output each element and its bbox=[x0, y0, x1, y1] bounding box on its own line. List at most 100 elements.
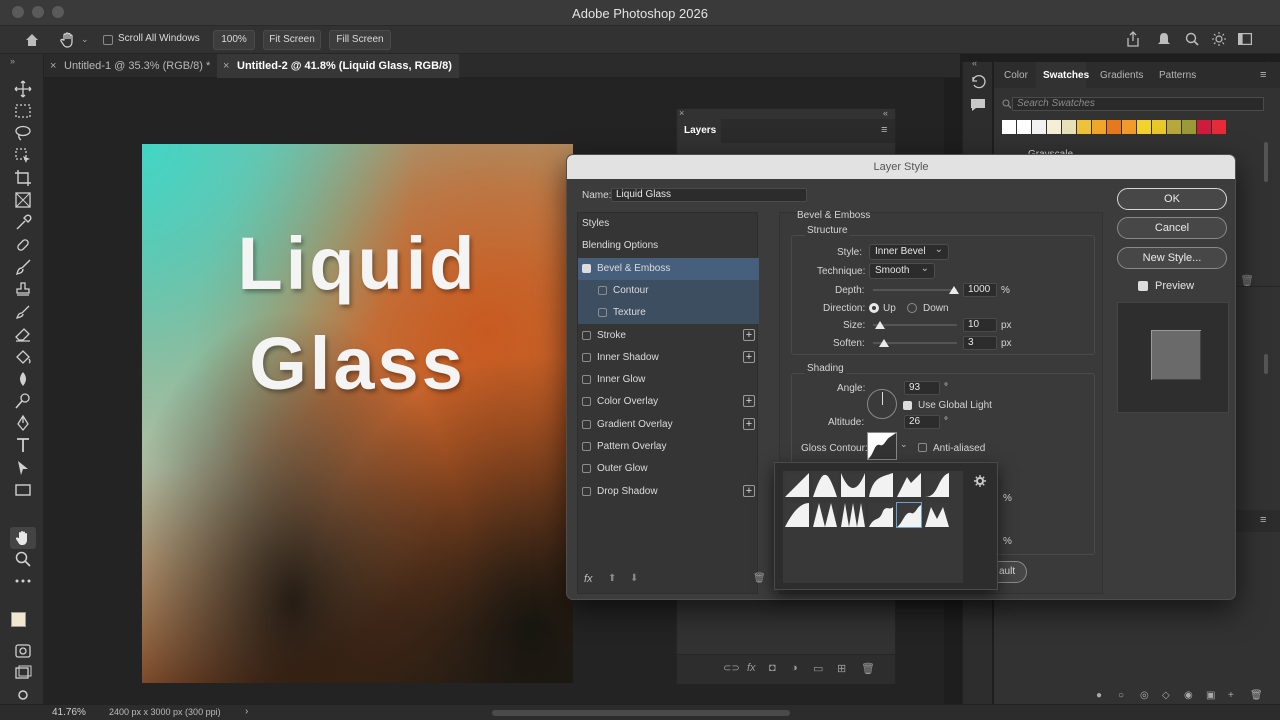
delete-layer-icon[interactable]: 🗑 bbox=[861, 662, 875, 675]
soften-field[interactable]: 3 bbox=[963, 336, 997, 350]
search-icon[interactable] bbox=[1185, 32, 1199, 46]
style-checkbox[interactable] bbox=[598, 285, 607, 295]
zoom-level[interactable]: 41.76% bbox=[52, 707, 86, 718]
clone-stamp-tool-icon[interactable] bbox=[14, 281, 32, 299]
panel-footer-icon[interactable]: ○ bbox=[1118, 690, 1124, 701]
add-effect-instance-icon[interactable]: + bbox=[743, 417, 755, 430]
adjustment-layer-icon[interactable]: ◑ bbox=[791, 662, 798, 674]
bevel-style-select[interactable]: Inner Bevel bbox=[869, 243, 949, 260]
document-canvas[interactable]: Liquid Glass bbox=[142, 144, 573, 683]
panel-footer-icon[interactable]: ▣ bbox=[1206, 690, 1215, 701]
swatch-color[interactable] bbox=[1182, 120, 1196, 134]
comments-icon[interactable] bbox=[970, 98, 986, 112]
angle-field[interactable]: 93 bbox=[904, 381, 940, 395]
tab-untitled-1[interactable]: × Untitled-1 @ 35.3% (RGB/8) * bbox=[44, 54, 216, 78]
more-tools-icon[interactable] bbox=[14, 572, 32, 590]
new-group-icon[interactable]: ▭ bbox=[813, 662, 823, 675]
edit-toolbar-icon[interactable] bbox=[14, 686, 32, 704]
move-tool-icon[interactable] bbox=[14, 80, 32, 98]
fx-menu-icon[interactable]: fx bbox=[584, 573, 593, 585]
swatch-color[interactable] bbox=[1197, 120, 1211, 134]
style-list-item[interactable]: Contour bbox=[578, 279, 759, 302]
panel-menu-icon[interactable]: ≡ bbox=[1260, 69, 1266, 81]
lasso-tool-icon[interactable] bbox=[14, 124, 32, 142]
add-effect-instance-icon[interactable]: + bbox=[743, 395, 755, 408]
scrollbar-thumb[interactable] bbox=[1264, 354, 1268, 374]
direction-down-radio[interactable] bbox=[907, 303, 917, 313]
soften-slider-thumb[interactable] bbox=[879, 339, 889, 347]
close-tab-icon[interactable]: × bbox=[223, 54, 229, 78]
swatch-color[interactable] bbox=[1167, 120, 1181, 134]
frame-tool-icon[interactable] bbox=[14, 191, 32, 209]
paint-bucket-tool-icon[interactable] bbox=[14, 348, 32, 366]
collapse-toolbar-icon[interactable]: » bbox=[10, 56, 15, 66]
panel-footer-icon[interactable]: ◉ bbox=[1184, 690, 1193, 701]
contour-preset[interactable] bbox=[869, 473, 893, 497]
contour-dropdown-chevron-icon[interactable]: ⌄ bbox=[900, 439, 908, 450]
search-swatches-input[interactable]: Search Swatches bbox=[1012, 97, 1264, 111]
path-selection-tool-icon[interactable] bbox=[14, 459, 32, 477]
eyedropper-tool-icon[interactable] bbox=[14, 214, 32, 232]
depth-slider-thumb[interactable] bbox=[949, 286, 959, 294]
gloss-contour-swatch[interactable] bbox=[867, 432, 897, 460]
zoom-tool-icon[interactable] bbox=[14, 550, 32, 568]
hand-tool-active[interactable] bbox=[10, 527, 36, 549]
style-checkbox[interactable] bbox=[582, 352, 591, 362]
preview-checkbox[interactable] bbox=[1138, 281, 1148, 291]
layers-tab[interactable]: Layers bbox=[677, 119, 721, 143]
history-icon[interactable] bbox=[970, 74, 986, 90]
swatch-color[interactable] bbox=[1077, 120, 1091, 134]
fill-screen-button[interactable]: Fill Screen bbox=[329, 30, 391, 50]
tab-swatches[interactable]: Swatches bbox=[1043, 70, 1089, 81]
notifications-bell-icon[interactable] bbox=[1157, 31, 1171, 47]
panel-menu-icon[interactable]: ≡ bbox=[881, 124, 887, 136]
history-brush-tool-icon[interactable] bbox=[14, 303, 32, 321]
anti-aliased-checkbox[interactable] bbox=[918, 443, 927, 452]
style-checkbox[interactable] bbox=[598, 308, 607, 318]
fit-screen-button[interactable]: Fit Screen bbox=[263, 30, 321, 50]
add-effect-instance-icon[interactable]: + bbox=[743, 350, 755, 363]
add-mask-icon[interactable]: ◘ bbox=[769, 662, 776, 674]
swatch-color[interactable] bbox=[1092, 120, 1106, 134]
panel-menu-icon[interactable]: ≡ bbox=[1260, 514, 1266, 526]
cancel-button[interactable]: Cancel bbox=[1117, 217, 1227, 239]
style-checkbox[interactable] bbox=[582, 263, 591, 273]
contour-preset[interactable] bbox=[925, 473, 949, 497]
new-layer-icon[interactable]: ⊞ bbox=[837, 662, 846, 675]
swatch-color[interactable] bbox=[1137, 120, 1151, 134]
swatch-color[interactable] bbox=[1152, 120, 1166, 134]
style-checkbox[interactable] bbox=[582, 464, 591, 474]
depth-slider[interactable] bbox=[873, 289, 957, 291]
add-effect-instance-icon[interactable]: + bbox=[743, 484, 755, 497]
direction-up-radio[interactable] bbox=[869, 303, 879, 313]
contour-preset[interactable] bbox=[841, 473, 865, 497]
document-info[interactable]: 2400 px x 3000 px (300 ppi) bbox=[109, 707, 221, 717]
contour-preset[interactable] bbox=[896, 502, 922, 528]
zoom-100-button[interactable]: 100% bbox=[213, 30, 255, 50]
style-checkbox[interactable] bbox=[582, 486, 591, 496]
size-slider-thumb[interactable] bbox=[875, 321, 885, 329]
contour-preset[interactable] bbox=[925, 503, 949, 527]
tab-gradients[interactable]: Gradients bbox=[1100, 70, 1143, 81]
delete-effect-icon[interactable]: 🗑 bbox=[753, 573, 766, 584]
style-list-item[interactable]: Drop Shadow + bbox=[578, 481, 759, 503]
swatch-color[interactable] bbox=[1062, 120, 1076, 134]
panel-footer-icon[interactable]: ◎ bbox=[1140, 690, 1149, 701]
collapse-panels-icon[interactable]: « bbox=[972, 58, 977, 68]
style-list-item[interactable]: Styles bbox=[578, 213, 759, 235]
eraser-tool-icon[interactable] bbox=[14, 325, 32, 343]
tab-untitled-2[interactable]: × Untitled-2 @ 41.8% (Liquid Glass, RGB/… bbox=[217, 54, 459, 96]
style-list-item[interactable]: Inner Shadow + bbox=[578, 347, 759, 369]
workspace-layout-icon[interactable] bbox=[1238, 33, 1252, 45]
style-list-item[interactable]: Inner Glow bbox=[578, 369, 759, 391]
rectangle-tool-icon[interactable] bbox=[14, 481, 32, 499]
close-panel-icon[interactable]: × bbox=[679, 108, 684, 118]
swatch-color[interactable] bbox=[1122, 120, 1136, 134]
swatch-color[interactable] bbox=[1002, 120, 1016, 134]
new-style-button[interactable]: New Style... bbox=[1117, 247, 1227, 269]
style-list-item[interactable]: Texture bbox=[578, 302, 759, 325]
tab-color[interactable]: Color bbox=[1004, 70, 1028, 81]
pen-tool-icon[interactable] bbox=[14, 414, 32, 432]
angle-dial[interactable] bbox=[867, 389, 897, 419]
swatch-color[interactable] bbox=[1107, 120, 1121, 134]
